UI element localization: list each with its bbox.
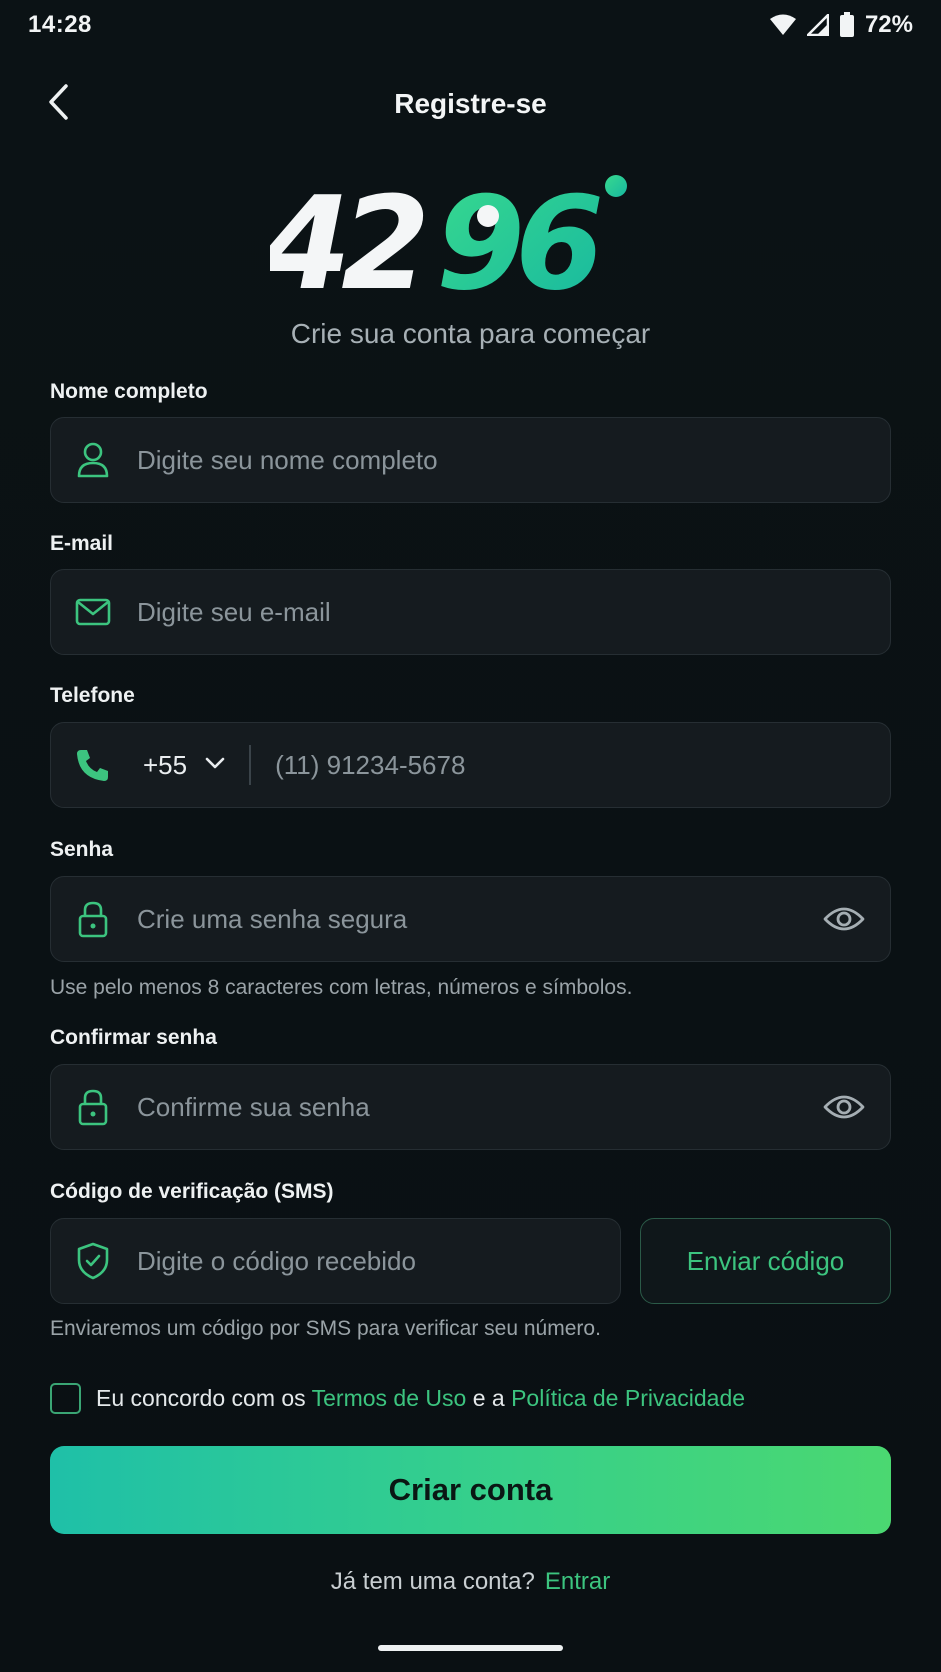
status-time: 14:28 <box>28 11 92 38</box>
chevron-down-icon <box>205 756 225 774</box>
create-account-button[interactable]: Criar conta <box>50 1446 891 1534</box>
terms-row: Eu concordo com os Termos de Uso e a Pol… <box>50 1383 745 1414</box>
subtitle: Crie sua conta para começar <box>290 318 651 349</box>
header: Registre-se <box>0 72 941 136</box>
svg-text:96: 96 <box>436 170 600 300</box>
battery-icon <box>839 12 855 38</box>
signal-icon <box>806 14 829 36</box>
phone-icon <box>73 745 113 785</box>
battery-percentage: 72% <box>864 11 913 38</box>
phone-input[interactable]: (11) 91234-5678 <box>275 750 890 781</box>
confirm-password-input[interactable]: Confirme sua senha <box>137 1092 820 1123</box>
lock-icon <box>73 1087 113 1127</box>
page-title: Registre-se <box>394 88 547 119</box>
chevron-left-icon <box>46 83 70 126</box>
password-help: Use pelo menos 8 caracteres com letras, … <box>50 976 633 999</box>
name-input[interactable]: Digite seu nome completo <box>137 445 890 476</box>
mail-icon <box>73 592 113 632</box>
terms-checkbox[interactable] <box>50 1383 81 1414</box>
terms-middle: e a <box>466 1385 512 1411</box>
brand-logo: 42 96 <box>261 170 670 319</box>
back-button[interactable] <box>36 82 80 126</box>
country-code-selector[interactable]: +55 <box>143 750 225 781</box>
login-prompt: Já tem uma conta? <box>330 1568 535 1595</box>
name-label: Nome completo <box>50 380 208 403</box>
email-label: E-mail <box>50 532 114 555</box>
terms-text: Eu concordo com os Termos de Uso e a Pol… <box>96 1385 745 1412</box>
shield-check-icon <box>73 1241 113 1281</box>
country-code-value: +55 <box>143 749 188 780</box>
email-field[interactable]: Digite seu e-mail <box>50 569 891 655</box>
code-field[interactable]: Digite o código recebido <box>50 1218 621 1304</box>
email-input[interactable]: Digite seu e-mail <box>137 597 890 628</box>
password-input[interactable]: Crie uma senha segura <box>137 904 820 935</box>
privacy-policy-link[interactable]: Política de Privacidade <box>511 1385 745 1411</box>
password-label: Senha <box>50 838 114 861</box>
toggle-password-visibility[interactable] <box>820 895 868 943</box>
lock-icon <box>73 899 113 939</box>
password-field[interactable]: Crie uma senha segura <box>50 876 891 962</box>
eye-icon <box>823 1095 865 1119</box>
toggle-confirm-visibility[interactable] <box>820 1083 868 1131</box>
home-indicator[interactable] <box>378 1645 563 1651</box>
code-label: Código de verificação (SMS) <box>50 1180 334 1203</box>
code-help: Enviaremos um código por SMS para verifi… <box>50 1317 601 1340</box>
code-input[interactable]: Digite o código recebido <box>137 1246 620 1277</box>
phone-divider <box>249 745 252 785</box>
name-field[interactable]: Digite seu nome completo <box>50 417 891 503</box>
confirm-password-field[interactable]: Confirme sua senha <box>50 1064 891 1150</box>
terms-of-use-link[interactable]: Termos de Uso <box>312 1385 467 1411</box>
eye-icon <box>823 907 865 931</box>
login-row: Já tem uma conta? Entrar <box>0 1568 941 1596</box>
terms-prefix: Eu concordo com os <box>96 1385 312 1411</box>
register-screen: 14:28 72% Registre-se 42 96 Crie sua con… <box>0 0 941 1672</box>
svg-text:42: 42 <box>270 170 423 300</box>
wifi-icon <box>769 14 797 36</box>
send-code-button[interactable]: Enviar código <box>640 1218 891 1304</box>
confirm-password-label: Confirmar senha <box>50 1026 217 1049</box>
status-bar: 14:28 72% <box>0 0 941 50</box>
phone-field[interactable]: +55 (11) 91234-5678 <box>50 722 891 808</box>
status-icons: 72% <box>769 11 913 39</box>
phone-label: Telefone <box>50 684 135 707</box>
login-link[interactable]: Entrar <box>545 1568 610 1595</box>
user-icon <box>73 440 113 480</box>
